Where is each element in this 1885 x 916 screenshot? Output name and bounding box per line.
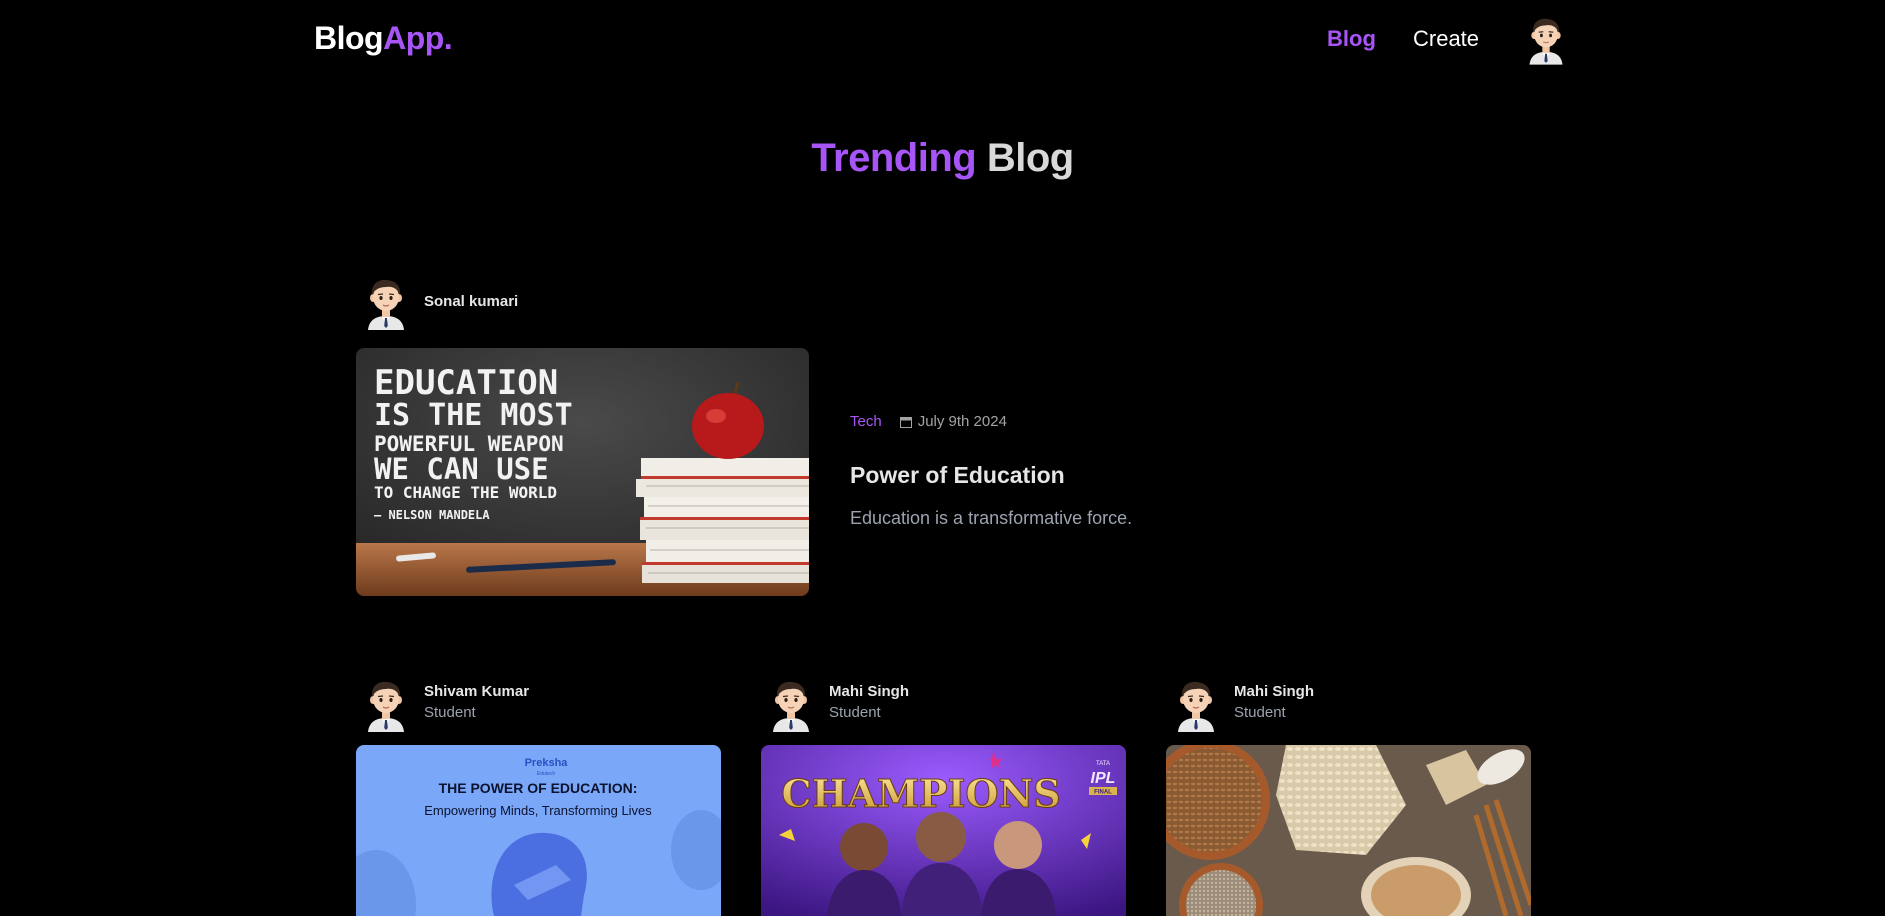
quote-line-6: – NELSON MANDELA xyxy=(374,508,490,522)
quote-line-5: TO CHANGE THE WORLD xyxy=(374,483,557,502)
post-date-text: July 9th 2024 xyxy=(917,413,1007,430)
post-card-image[interactable]: CHAMPIONS TATA IPL FINAL xyxy=(761,745,1126,916)
quote-line-4: WE CAN USE xyxy=(374,452,549,486)
quote-line-2: IS THE MOST xyxy=(374,398,573,433)
post-card-image[interactable]: Preksha Edutech THE POWER OF EDUCATION: … xyxy=(356,745,721,916)
author-avatar xyxy=(1172,678,1220,732)
logo-main-text: Blog xyxy=(314,20,384,56)
calendar-icon xyxy=(899,416,912,428)
ipl-champions-image: CHAMPIONS TATA IPL FINAL xyxy=(761,745,1126,916)
education-poster-image: Preksha Edutech THE POWER OF EDUCATION: … xyxy=(356,745,721,916)
author-avatar xyxy=(362,276,410,330)
page-title-rest: Blog xyxy=(976,136,1074,180)
post-date: July 9th 2024 xyxy=(899,413,1007,430)
author-avatar xyxy=(362,678,410,732)
poster-subline: Empowering Minds, Transforming Lives xyxy=(424,803,652,818)
category-tag[interactable]: Tech xyxy=(850,413,882,430)
quote-line-1: EDUCATION xyxy=(374,363,558,403)
author-name: Mahi Singh xyxy=(829,683,909,700)
author-role: Student xyxy=(1234,704,1286,721)
card-author[interactable]: Mahi Singh Student xyxy=(1172,678,1432,734)
poster-brand: Preksha xyxy=(525,757,569,769)
user-avatar[interactable] xyxy=(1524,14,1568,66)
author-name: Mahi Singh xyxy=(1234,683,1314,700)
card-author[interactable]: Shivam Kumar Student xyxy=(362,678,622,734)
author-name: Shivam Kumar xyxy=(424,683,530,700)
ipl-badge-main: IPL xyxy=(1091,770,1116,787)
champions-text: CHAMPIONS xyxy=(781,771,1060,816)
author-avatar xyxy=(767,678,815,732)
top-navbar: BlogApp. Blog Create xyxy=(0,0,1885,80)
poster-brand-sub: Edutech xyxy=(537,771,556,777)
author-role: Student xyxy=(829,704,881,721)
page-title-accent: Trending xyxy=(811,136,977,180)
poster-headline: THE POWER OF EDUCATION: xyxy=(439,780,638,796)
brand-logo[interactable]: BlogApp. xyxy=(314,20,453,57)
featured-post-description: Education is a transformative force. xyxy=(850,508,1133,528)
featured-post-meta: Tech July 9th 2024 xyxy=(850,413,1007,430)
featured-post-title[interactable]: Power of Education xyxy=(850,462,1065,489)
post-card-image[interactable] xyxy=(1166,745,1531,916)
nav-link-blog[interactable]: Blog xyxy=(1327,26,1376,52)
ipl-badge-top: TATA xyxy=(1096,761,1110,767)
grains-image xyxy=(1166,745,1531,916)
page-title: Trending Blog xyxy=(0,136,1885,181)
author-role: Student xyxy=(424,704,476,721)
logo-accent-text: App. xyxy=(383,20,453,56)
card-author[interactable]: Mahi Singh Student xyxy=(767,678,1027,734)
chalkboard-image: EDUCATION IS THE MOST POWERFUL WEAPON WE… xyxy=(356,348,809,596)
ipl-badge-final: FINAL xyxy=(1094,790,1112,796)
featured-author[interactable]: Sonal kumari xyxy=(362,276,622,332)
nav-link-create[interactable]: Create xyxy=(1413,26,1479,52)
author-name: Sonal kumari xyxy=(424,293,519,310)
featured-post-image[interactable]: EDUCATION IS THE MOST POWERFUL WEAPON WE… xyxy=(356,348,809,596)
